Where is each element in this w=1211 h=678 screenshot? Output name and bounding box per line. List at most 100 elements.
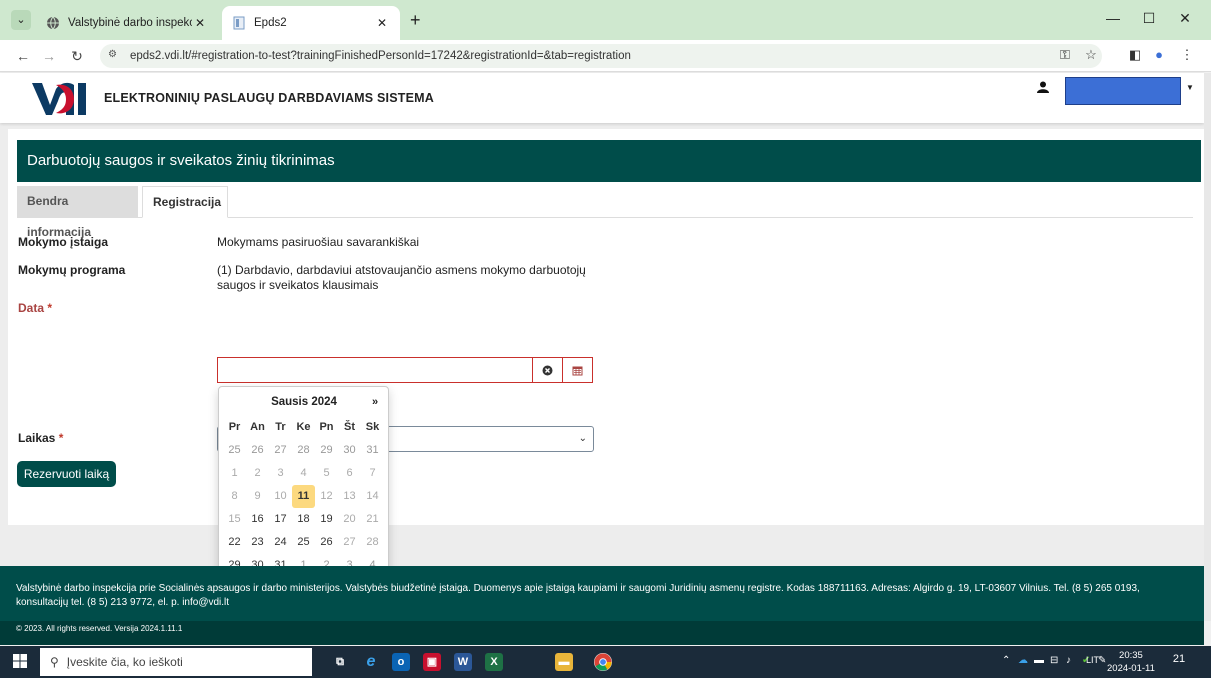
next-month-button[interactable]: »: [367, 393, 383, 411]
reserve-time-button[interactable]: Rezervuoti laiką: [17, 461, 116, 487]
bookmark-star-icon[interactable]: ☆: [1082, 47, 1100, 63]
calendar-icon: [572, 363, 583, 377]
clock[interactable]: 20:35 2024-01-11: [1107, 649, 1155, 675]
browser-tab-bar: ⌄ Valstybinė darbo inspekcija ✕ Epds2 ✕ …: [0, 0, 1211, 40]
notification-icon[interactable]: 21: [1170, 653, 1188, 671]
tab-general-info[interactable]: Bendra informacija: [17, 186, 138, 239]
tab-title: Epds2: [254, 17, 287, 29]
windows-start-icon[interactable]: [13, 654, 27, 671]
day-cell[interactable]: 16: [246, 508, 269, 531]
day-cell: 30: [343, 444, 356, 456]
outlook-icon[interactable]: o: [392, 653, 410, 671]
url-field[interactable]: ⚙ epds2.vdi.lt/#registration-to-test?tra…: [100, 44, 1102, 68]
clear-date-button[interactable]: [532, 357, 563, 383]
close-tab-icon[interactable]: ✕: [192, 16, 208, 30]
day-cell: 12: [320, 490, 333, 502]
browser-tab-vdi[interactable]: Valstybinė darbo inspekcija ✕: [36, 6, 218, 40]
user-icon: [1037, 81, 1049, 96]
back-icon[interactable]: ←: [14, 48, 32, 64]
file-explorer-icon[interactable]: ▬: [555, 653, 573, 671]
day-cell[interactable]: 17: [269, 508, 292, 531]
page-tabs: Bendra informacija Registracija: [17, 186, 1193, 239]
weekday: Ke: [296, 421, 311, 433]
edge-icon[interactable]: e: [362, 653, 380, 671]
excel-icon[interactable]: X: [485, 653, 503, 671]
week-row: 15 16 17 18 19 20 21: [223, 508, 384, 531]
language-label[interactable]: LIT: [1086, 655, 1099, 665]
weekday: Pn: [319, 421, 334, 433]
day-cell[interactable]: 19: [315, 508, 338, 531]
network-icon[interactable]: ⊟: [1050, 655, 1058, 666]
day-cell[interactable]: 18: [292, 508, 315, 531]
site-settings-icon[interactable]: ⚙: [108, 49, 122, 63]
day-cell: 13: [343, 490, 356, 502]
onedrive-icon[interactable]: ☁: [1018, 655, 1028, 666]
weekday: Št: [344, 421, 355, 433]
day-cell: 20: [343, 513, 356, 525]
volume-icon[interactable]: ♪: [1066, 655, 1071, 666]
address-bar-row: ← → ↻ ⚙ epds2.vdi.lt/#registration-to-te…: [0, 40, 1211, 72]
pen-icon[interactable]: ✎: [1098, 655, 1106, 666]
datepicker-header: Sausis 2024 »: [219, 393, 390, 411]
program-label: Mokymų programa: [18, 263, 126, 277]
reload-icon[interactable]: ↻: [68, 48, 86, 65]
datepicker-grid: Pr An Tr Ke Pn Št Sk 25 26 27 28 29 30 3…: [223, 416, 384, 577]
word-icon[interactable]: W: [454, 653, 472, 671]
key-icon[interactable]: ⚿: [1056, 47, 1074, 63]
calendar-button[interactable]: [562, 357, 593, 383]
program-value: (1) Darbdavio, darbdaviui atstovaujančio…: [217, 263, 586, 292]
day-cell: 31: [366, 444, 379, 456]
close-tab-icon[interactable]: ✕: [374, 16, 390, 30]
day-cell: 1: [231, 467, 238, 479]
day-cell-today[interactable]: 11: [292, 485, 315, 508]
day-cell: 2: [254, 467, 261, 479]
notification-count: 21: [1172, 653, 1186, 665]
day-cell[interactable]: 25: [292, 531, 315, 554]
tab-registration[interactable]: Registracija: [142, 186, 228, 218]
week-row: 25 26 27 28 29 30 31: [223, 439, 384, 462]
task-view-icon[interactable]: ⧉: [331, 653, 349, 671]
day-cell[interactable]: 23: [246, 531, 269, 554]
side-panel-icon[interactable]: ◧: [1126, 47, 1144, 63]
taskbar-search[interactable]: ⚲ Įveskite čia, ko ieškoti: [40, 648, 312, 676]
close-window-icon[interactable]: ✕: [1175, 10, 1195, 27]
weekday: Sk: [365, 421, 380, 433]
weekday: Tr: [275, 421, 286, 433]
battery-icon[interactable]: ▬: [1034, 655, 1044, 666]
day-cell: 4: [300, 467, 307, 479]
browser-tab-epds2[interactable]: Epds2 ✕: [222, 6, 400, 40]
page: ELEKTRONINIŲ PASLAUGŲ DARBDAVIAMS SISTEM…: [0, 73, 1211, 621]
day-cell[interactable]: 26: [315, 531, 338, 554]
maximize-icon[interactable]: ☐: [1139, 10, 1159, 27]
day-cell[interactable]: 24: [269, 531, 292, 554]
forward-icon[interactable]: →: [40, 48, 58, 64]
week-row: 22 23 24 25 26 27 28: [223, 531, 384, 554]
footer-text: Valstybinė darbo inspekcija prie Sociali…: [16, 583, 1140, 608]
app-icon[interactable]: ▣: [423, 653, 441, 671]
profile-icon[interactable]: ●: [1150, 47, 1168, 62]
globe-icon: [46, 16, 60, 30]
day-cell: 7: [369, 467, 376, 479]
site-header: ELEKTRONINIŲ PASLAUGŲ DARBDAVIAMS SISTEM…: [0, 73, 1204, 123]
page-scrollbar[interactable]: [1204, 73, 1211, 621]
day-cell: 9: [254, 490, 261, 502]
datepicker-month-title[interactable]: Sausis 2024: [249, 393, 359, 411]
vdi-logo[interactable]: [30, 79, 90, 119]
browser-menu-icon[interactable]: ⋮: [1178, 47, 1196, 63]
date-input[interactable]: [217, 357, 533, 383]
day-cell: 28: [297, 444, 310, 456]
day-cell: 8: [231, 490, 238, 502]
minimize-icon[interactable]: —: [1103, 10, 1123, 26]
tray-chevron-icon[interactable]: ⌃: [1002, 655, 1010, 666]
day-cell: 27: [274, 444, 287, 456]
institution-label: Mokymo įstaiga: [18, 235, 109, 249]
chevron-down-icon[interactable]: ▼: [1186, 83, 1194, 92]
user-menu[interactable]: [1065, 77, 1181, 105]
new-tab-button[interactable]: +: [410, 11, 421, 29]
day-cell[interactable]: 22: [223, 531, 246, 554]
day-cell: 26: [251, 444, 264, 456]
institution-value: Mokymams pasiruošiau savarankiškai: [217, 235, 420, 249]
chrome-icon[interactable]: [594, 653, 612, 671]
time-label-text: Laikas: [18, 431, 56, 445]
tab-search-button[interactable]: ⌄: [11, 10, 31, 30]
